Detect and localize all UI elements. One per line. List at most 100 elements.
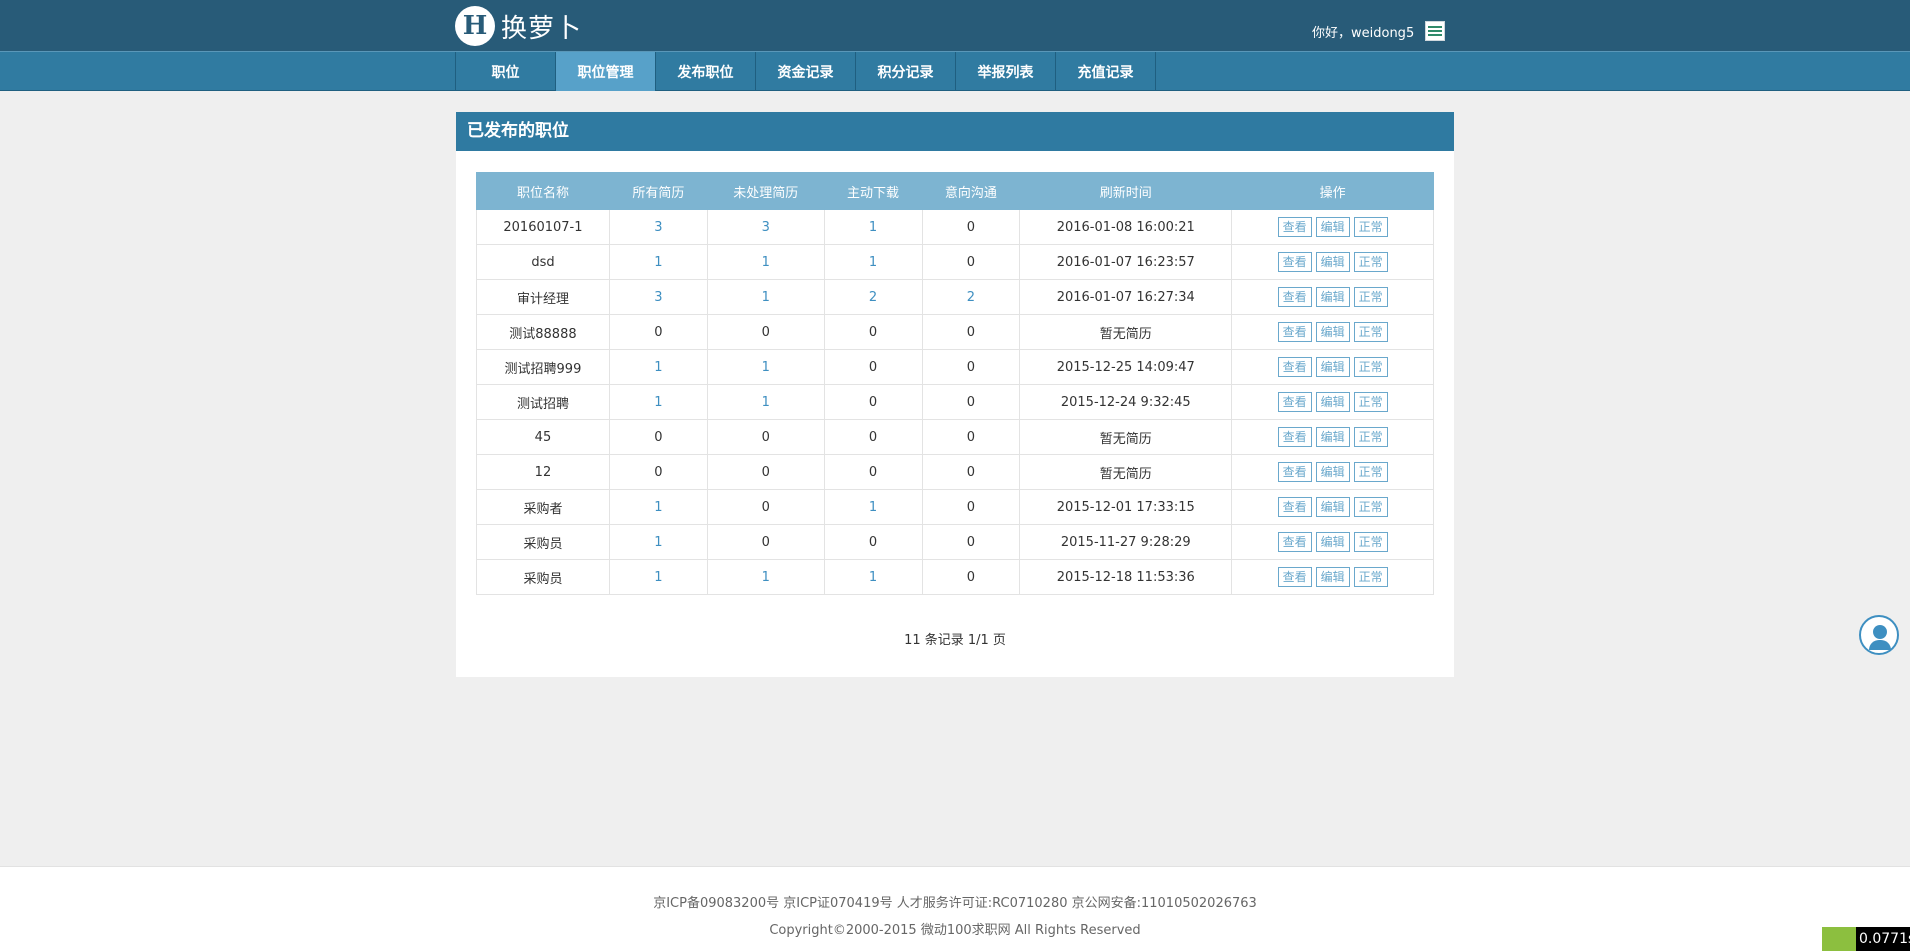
status-button[interactable]: 正常 xyxy=(1353,462,1388,482)
view-button[interactable]: 查看 xyxy=(1277,532,1312,552)
cell-name: 测试88888 xyxy=(476,314,610,350)
cell-download[interactable]: 1 xyxy=(823,489,923,525)
status-button[interactable]: 正常 xyxy=(1353,427,1388,447)
column-header: 操作 xyxy=(1231,172,1434,210)
cell-time: 2015-12-18 11:53:36 xyxy=(1019,559,1233,595)
view-button[interactable]: 查看 xyxy=(1277,252,1312,272)
nav-item-6[interactable]: 充值记录 xyxy=(1056,52,1156,91)
cell-unprocessed[interactable]: 1 xyxy=(706,244,825,280)
edit-button[interactable]: 编辑 xyxy=(1315,532,1350,552)
cell-intent: 0 xyxy=(921,524,1021,560)
edit-button[interactable]: 编辑 xyxy=(1315,322,1350,342)
edit-button[interactable]: 编辑 xyxy=(1315,497,1350,517)
cell-name: 采购员 xyxy=(476,524,610,560)
edit-button[interactable]: 编辑 xyxy=(1315,427,1350,447)
jobs-table: 职位名称 所有简历 未处理简历 主动下载 意向沟通 刷新时间 操作 20160107-1 3 3… xyxy=(476,172,1434,595)
view-button[interactable]: 查看 xyxy=(1277,462,1312,482)
nav-item-2[interactable]: 发布职位 xyxy=(656,52,756,91)
cell-actions: 查看 编辑 正常 xyxy=(1231,279,1434,315)
cell-download[interactable]: 1 xyxy=(823,209,923,245)
cell-download: 0 xyxy=(823,314,923,350)
nav-item-1[interactable]: 职位管理 xyxy=(556,52,656,91)
nav-item-4[interactable]: 积分记录 xyxy=(856,52,956,91)
view-button[interactable]: 查看 xyxy=(1277,567,1312,587)
page-timer-widget: 0.0771s xyxy=(1822,927,1910,951)
view-button[interactable]: 查看 xyxy=(1277,392,1312,412)
cell-download[interactable]: 1 xyxy=(823,559,923,595)
published-jobs-panel: 已发布的职位 职位名称 所有简历 未处理简历 主动下载 意向沟通 刷新时间 操作 20160… xyxy=(456,112,1454,677)
view-button[interactable]: 查看 xyxy=(1277,497,1312,517)
status-button[interactable]: 正常 xyxy=(1353,567,1388,587)
main-nav-bar: 职位 职位管理 发布职位 资金记录 积分记录 举报列表 充值记录 xyxy=(0,51,1910,91)
cell-all[interactable]: 1 xyxy=(608,349,708,385)
cell-actions: 查看 编辑 正常 xyxy=(1231,209,1434,245)
cell-unprocessed[interactable]: 3 xyxy=(706,209,825,245)
table-row: 12 0 0 0 0 暂无简历 查看 编辑 正常 xyxy=(476,454,1434,490)
column-header: 未处理简历 xyxy=(706,172,825,210)
cell-all[interactable]: 1 xyxy=(608,244,708,280)
cell-name: 12 xyxy=(476,454,610,490)
cell-actions: 查看 编辑 正常 xyxy=(1231,314,1434,350)
main-nav: 职位 职位管理 发布职位 资金记录 积分记录 举报列表 充值记录 xyxy=(455,52,1156,91)
cell-time: 暂无简历 xyxy=(1019,454,1233,490)
cell-unprocessed[interactable]: 1 xyxy=(706,559,825,595)
cell-time: 2015-12-24 9:32:45 xyxy=(1019,384,1233,420)
status-button[interactable]: 正常 xyxy=(1353,357,1388,377)
cell-download[interactable]: 1 xyxy=(823,244,923,280)
cell-all[interactable]: 1 xyxy=(608,384,708,420)
cell-actions: 查看 编辑 正常 xyxy=(1231,384,1434,420)
cell-all[interactable]: 3 xyxy=(608,209,708,245)
cell-all[interactable]: 1 xyxy=(608,489,708,525)
column-header: 意向沟通 xyxy=(921,172,1021,210)
user-avatar-icon[interactable] xyxy=(1425,21,1445,41)
cell-name: 采购者 xyxy=(476,489,610,525)
cell-intent: 0 xyxy=(921,419,1021,455)
cell-all[interactable]: 3 xyxy=(608,279,708,315)
edit-button[interactable]: 编辑 xyxy=(1315,217,1350,237)
view-button[interactable]: 查看 xyxy=(1277,357,1312,377)
nav-item-5[interactable]: 举报列表 xyxy=(956,52,1056,91)
cell-download[interactable]: 2 xyxy=(823,279,923,315)
cell-unprocessed[interactable]: 1 xyxy=(706,349,825,385)
status-button[interactable]: 正常 xyxy=(1353,532,1388,552)
column-header: 主动下载 xyxy=(823,172,923,210)
cell-time: 2015-12-01 17:33:15 xyxy=(1019,489,1233,525)
site-logo[interactable]: H 换萝卜 xyxy=(455,6,582,46)
cell-actions: 查看 编辑 正常 xyxy=(1231,244,1434,280)
cell-all[interactable]: 1 xyxy=(608,524,708,560)
view-button[interactable]: 查看 xyxy=(1277,322,1312,342)
cell-intent[interactable]: 2 xyxy=(921,279,1021,315)
edit-button[interactable]: 编辑 xyxy=(1315,567,1350,587)
cell-all[interactable]: 1 xyxy=(608,559,708,595)
cell-intent: 0 xyxy=(921,244,1021,280)
cell-actions: 查看 编辑 正常 xyxy=(1231,524,1434,560)
status-button[interactable]: 正常 xyxy=(1353,287,1388,307)
cell-unprocessed[interactable]: 1 xyxy=(706,279,825,315)
cell-download: 0 xyxy=(823,419,923,455)
edit-button[interactable]: 编辑 xyxy=(1315,357,1350,377)
status-button[interactable]: 正常 xyxy=(1353,252,1388,272)
customer-service-icon[interactable] xyxy=(1859,615,1899,655)
status-button[interactable]: 正常 xyxy=(1353,322,1388,342)
cell-unprocessed: 0 xyxy=(706,489,825,525)
nav-item-0[interactable]: 职位 xyxy=(456,52,556,91)
cell-all: 0 xyxy=(608,314,708,350)
footer-license-line: 京ICP备09083200号 京ICP证070419号 人才服务许可证:RC07… xyxy=(653,896,1257,911)
nav-item-3[interactable]: 资金记录 xyxy=(756,52,856,91)
edit-button[interactable]: 编辑 xyxy=(1315,287,1350,307)
edit-button[interactable]: 编辑 xyxy=(1315,392,1350,412)
status-button[interactable]: 正常 xyxy=(1353,392,1388,412)
page-load-time: 0.0771s xyxy=(1856,927,1910,951)
table-row: dsd 1 1 1 0 2016-01-07 16:23:57 查看 编辑 正常 xyxy=(476,244,1434,280)
status-button[interactable]: 正常 xyxy=(1353,497,1388,517)
cell-intent: 0 xyxy=(921,559,1021,595)
view-button[interactable]: 查看 xyxy=(1277,217,1312,237)
edit-button[interactable]: 编辑 xyxy=(1315,252,1350,272)
cell-unprocessed[interactable]: 1 xyxy=(706,384,825,420)
top-header: H 换萝卜 你好，weidong5 xyxy=(0,0,1910,51)
status-button[interactable]: 正常 xyxy=(1353,217,1388,237)
view-button[interactable]: 查看 xyxy=(1277,287,1312,307)
table-row: 采购员 1 0 0 0 2015-11-27 9:28:29 查看 编辑 正常 xyxy=(476,524,1434,560)
edit-button[interactable]: 编辑 xyxy=(1315,462,1350,482)
view-button[interactable]: 查看 xyxy=(1277,427,1312,447)
